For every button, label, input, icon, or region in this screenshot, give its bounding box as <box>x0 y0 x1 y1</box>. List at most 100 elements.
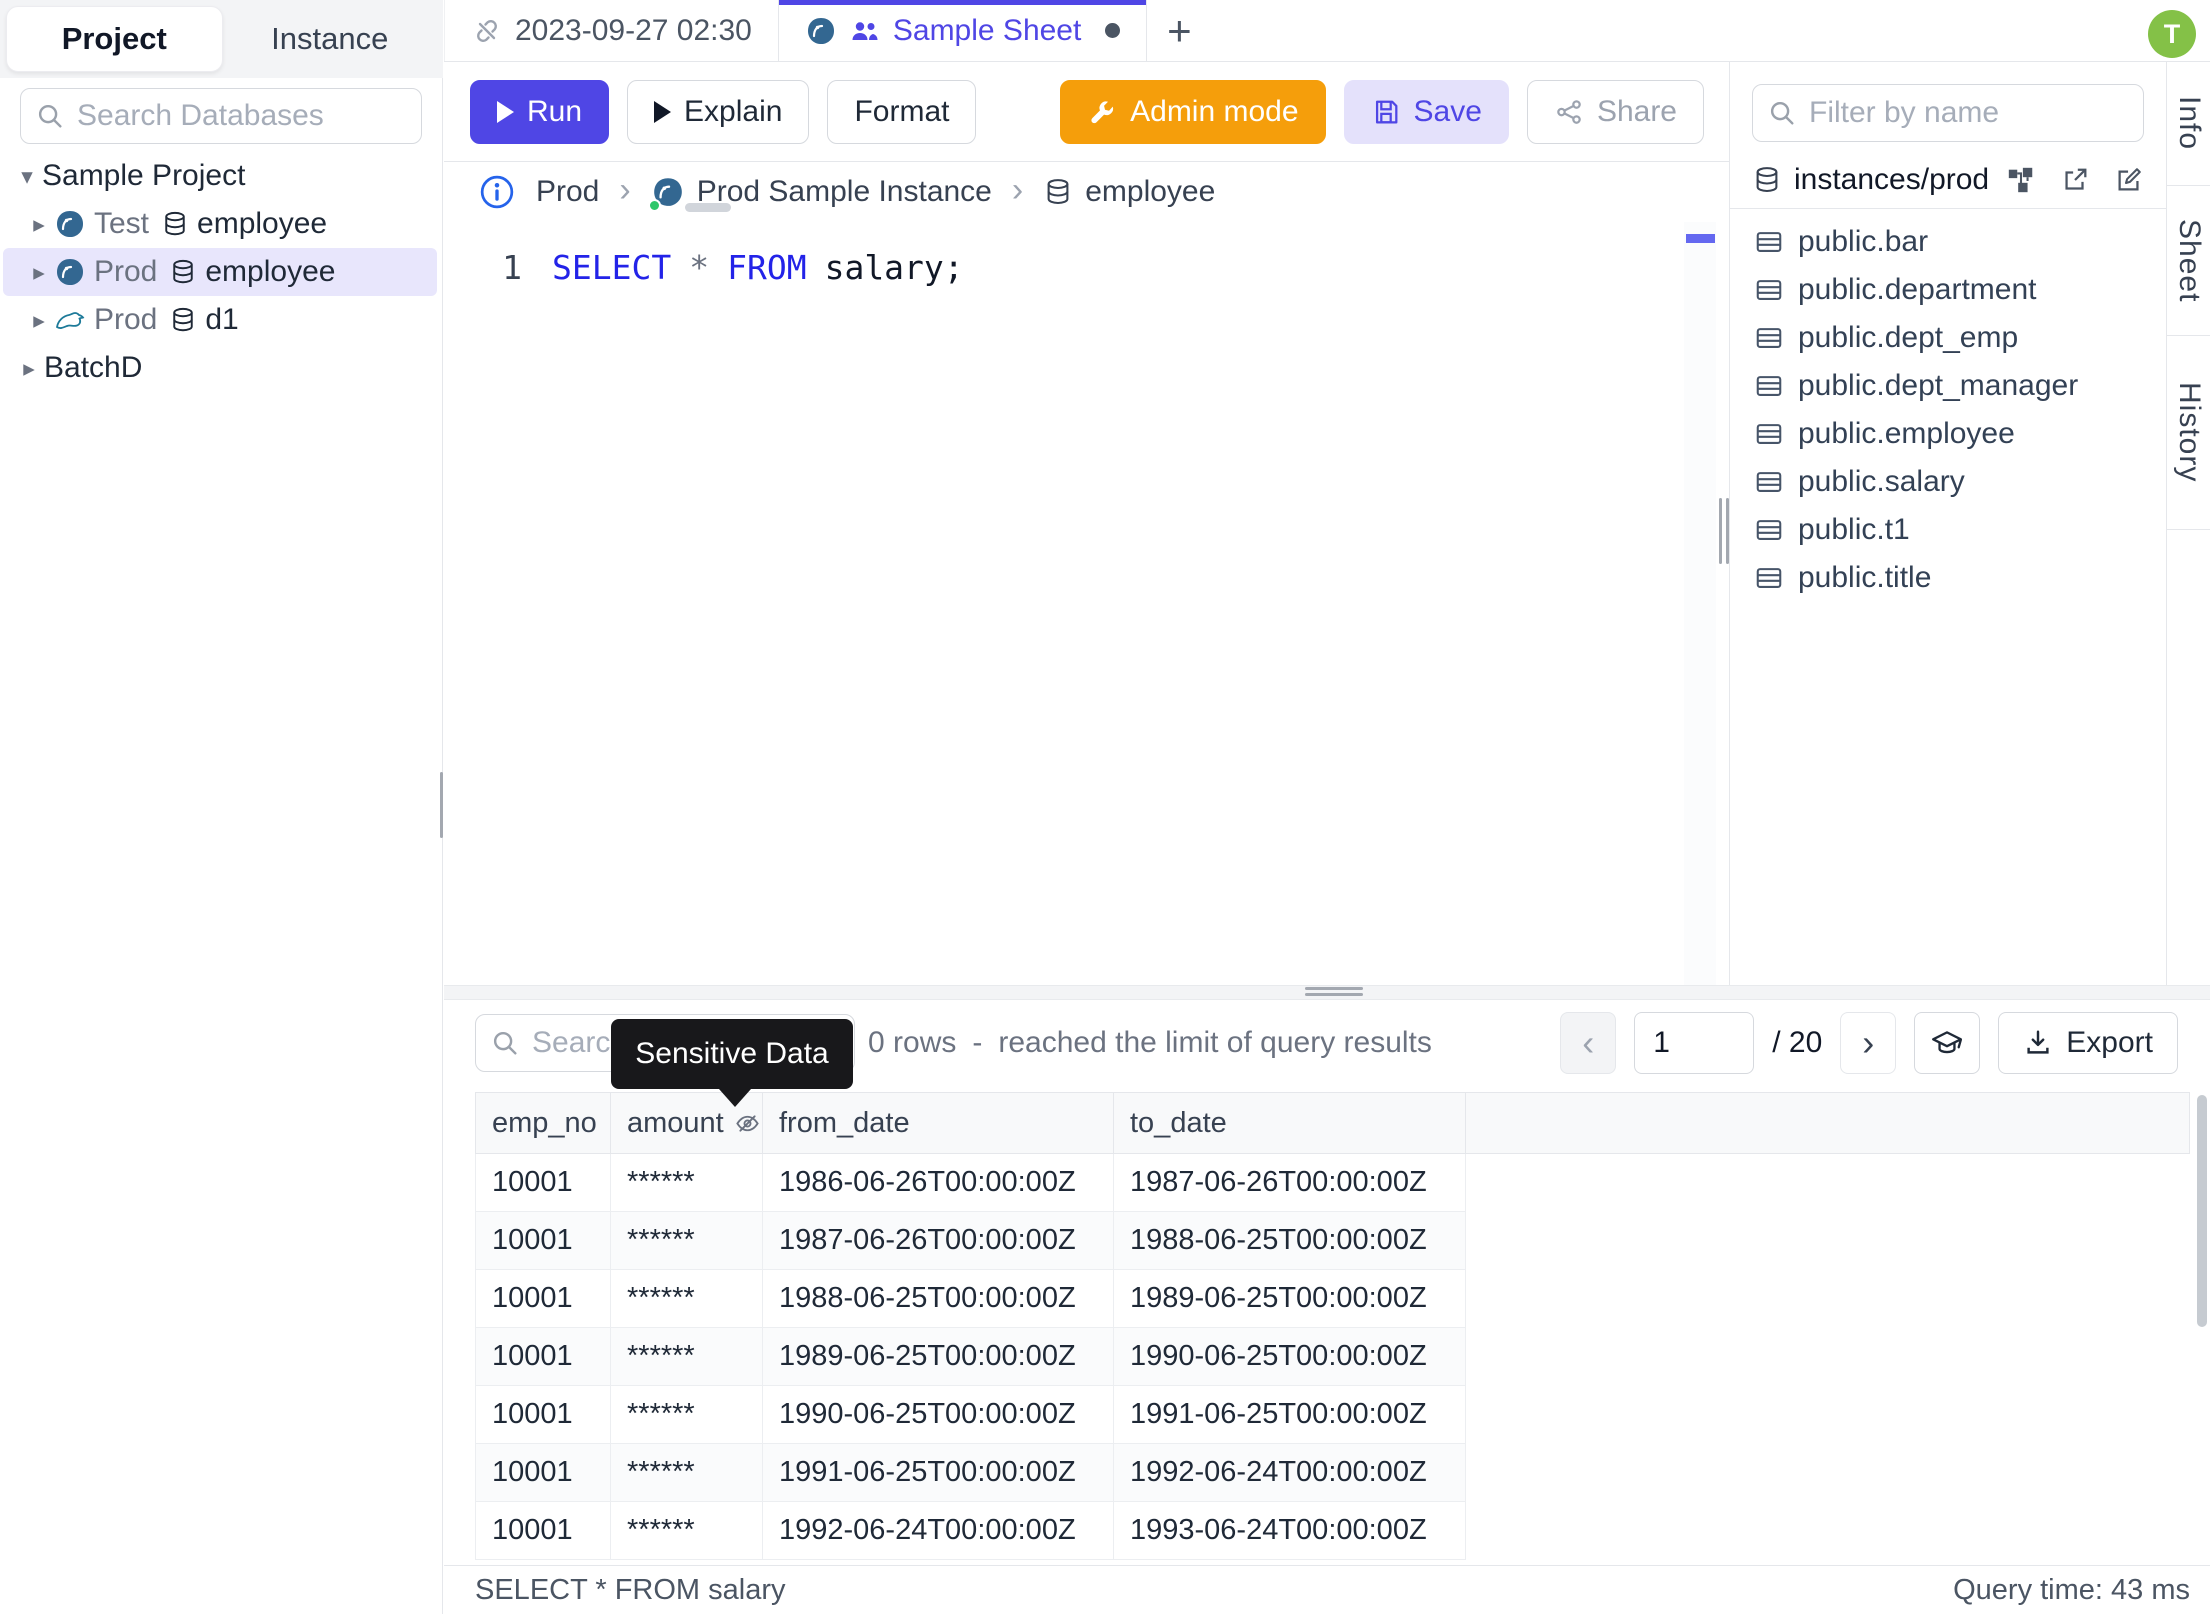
save-icon <box>1371 97 1401 127</box>
share-icon <box>1554 97 1584 127</box>
masking-button[interactable] <box>1914 1012 1981 1074</box>
table-icon <box>1754 515 1784 545</box>
table-row[interactable]: 10001 ****** 1987-06-26T00:00:00Z 1988-06-2… <box>476 1212 1466 1270</box>
caret-right-icon[interactable]: ▸ <box>24 307 54 334</box>
export-button[interactable]: Export <box>1998 1012 2178 1074</box>
play-icon <box>654 100 672 123</box>
next-page-button[interactable]: › <box>1840 1012 1897 1074</box>
table-list-item[interactable]: public.employee <box>1730 410 2166 458</box>
external-link-icon[interactable] <box>2060 165 2090 195</box>
sheet-tab-sample-sheet[interactable]: Sample Sheet <box>778 0 1148 61</box>
table-row[interactable]: 10001 ****** 1986-06-26T00:00:00Z 1987-06-2… <box>476 1154 1466 1212</box>
results-scrollbar[interactable] <box>2197 1095 2207 1327</box>
prev-page-button[interactable]: ‹ <box>1560 1012 1617 1074</box>
tree-item-sample-project[interactable]: ▾ Sample Project <box>0 152 443 200</box>
right-panel-resize-handle[interactable] <box>1726 498 1729 564</box>
sheet-tab-unsaved[interactable]: 2023-09-27 02:30 <box>444 0 779 61</box>
table-cell: ****** <box>611 1154 763 1211</box>
tree-label: Sample Project <box>42 159 246 192</box>
table-icon <box>1754 419 1784 449</box>
column-header-from-date: from_date <box>763 1093 1114 1153</box>
explain-button[interactable]: Explain <box>627 79 810 144</box>
schema-diagram-icon[interactable] <box>2006 165 2036 195</box>
format-button[interactable]: Format <box>827 79 977 144</box>
save-button[interactable]: Save <box>1343 79 1509 144</box>
line-number: 1 <box>502 248 522 287</box>
sheet-tab-title: Sample Sheet <box>892 13 1082 47</box>
tree-item-batchd[interactable]: ▸ BatchD <box>0 344 443 392</box>
new-tab-button[interactable]: + <box>1147 0 1211 61</box>
eye-off-icon[interactable] <box>734 1110 761 1137</box>
table-row[interactable]: 10001 ****** 1988-06-25T00:00:00Z 1989-06-2… <box>476 1270 1466 1328</box>
table-icon <box>1754 371 1784 401</box>
table-list-item[interactable]: public.dept_emp <box>1730 314 2166 362</box>
postgresql-icon <box>805 15 837 47</box>
sheet-tab-title: 2023-09-27 02:30 <box>515 13 752 47</box>
breadcrumb-database[interactable]: employee <box>1043 175 1215 209</box>
info-icon[interactable] <box>478 173 516 211</box>
caret-down-icon[interactable]: ▾ <box>12 163 42 190</box>
run-button[interactable]: Run <box>470 79 610 144</box>
graduation-cap-icon <box>1930 1026 1964 1060</box>
panel-collapse-handle[interactable] <box>685 203 731 212</box>
database-search-input[interactable] <box>77 99 407 133</box>
breadcrumb: Prod › Prod Sample Instance › employee <box>444 162 1730 222</box>
table-cell: 1988-06-25T00:00:00Z <box>763 1270 1114 1327</box>
postgresql-icon <box>54 208 86 240</box>
table-filter-input[interactable] <box>1809 96 2129 130</box>
table-row[interactable]: 10001 ****** 1990-06-25T00:00:00Z 1991-06-2… <box>476 1386 1466 1444</box>
tab-info[interactable]: Info <box>2167 62 2210 186</box>
table-list-item[interactable]: public.department <box>1730 266 2166 314</box>
table-list-item[interactable]: public.title <box>1730 554 2166 602</box>
tree-item-prod-d1[interactable]: ▸ Prod d1 <box>0 296 443 344</box>
table-icon <box>1754 323 1784 353</box>
sidebar-resize-handle[interactable] <box>440 772 443 838</box>
breadcrumb-environment[interactable]: Prod <box>536 175 599 209</box>
caret-right-icon[interactable]: ▸ <box>14 355 44 382</box>
table-name: public.employee <box>1798 417 2015 450</box>
tree-item-test-employee[interactable]: ▸ Test employee <box>0 200 443 248</box>
edit-icon[interactable] <box>2114 165 2144 195</box>
table-list: public.bar public.department public.dept_e… <box>1730 218 2166 602</box>
table-list-item[interactable]: public.t1 <box>1730 506 2166 554</box>
table-list-item[interactable]: public.dept_manager <box>1730 362 2166 410</box>
table-row[interactable]: 10001 ****** 1989-06-25T00:00:00Z 1990-06-2… <box>476 1328 1466 1386</box>
table-row[interactable]: 10001 ****** 1992-06-24T00:00:00Z 1993-06-2… <box>476 1502 1466 1560</box>
page-number-input[interactable] <box>1634 1012 1755 1074</box>
database-icon <box>169 306 197 334</box>
table-list-item[interactable]: public.salary <box>1730 458 2166 506</box>
table-name: public.title <box>1798 561 1932 594</box>
database-tree: ▾ Sample Project ▸ Test employee ▸ Prod … <box>0 152 443 392</box>
results-resize-handle[interactable] <box>1305 987 1363 990</box>
search-icon <box>490 1028 520 1058</box>
rows-limit-note: reached the limit of query results <box>998 1026 1432 1059</box>
download-icon <box>2023 1028 2053 1058</box>
caret-right-icon[interactable]: ▸ <box>24 211 54 238</box>
table-cell: 1992-06-24T00:00:00Z <box>763 1502 1114 1559</box>
tab-history[interactable]: History <box>2167 336 2210 530</box>
rows-separator: - <box>972 1026 983 1059</box>
share-button[interactable]: Share <box>1526 79 1704 144</box>
admin-mode-button[interactable]: Admin mode <box>1060 79 1326 144</box>
tab-instance[interactable]: Instance <box>223 6 438 72</box>
table-cell: 1988-06-25T00:00:00Z <box>1114 1212 1466 1269</box>
table-list-item[interactable]: public.bar <box>1730 218 2166 266</box>
caret-right-icon[interactable]: ▸ <box>24 259 54 286</box>
avatar[interactable]: T <box>2148 10 2196 58</box>
table-cell: ****** <box>611 1212 763 1269</box>
query-time: Query time: 43 ms <box>1953 1573 2190 1606</box>
database-label: employee <box>197 207 328 240</box>
results-resize-handle[interactable] <box>1305 993 1363 996</box>
tab-project[interactable]: Project <box>6 6 223 72</box>
result-rows: 10001 ****** 1986-06-26T00:00:00Z 1987-06-2… <box>475 1154 1466 1560</box>
sql-editor[interactable]: 1 SELECT * FROM salary; <box>444 222 1716 985</box>
status-bar: SELECT * FROM salary Query time: 43 ms <box>444 1565 2210 1614</box>
tab-sheet[interactable]: Sheet <box>2167 186 2210 336</box>
table-icon <box>1754 227 1784 257</box>
right-panel-resize-handle[interactable] <box>1719 498 1722 564</box>
table-row[interactable]: 10001 ****** 1991-06-25T00:00:00Z 1992-06-2… <box>476 1444 1466 1502</box>
tree-item-prod-employee[interactable]: ▸ Prod employee <box>3 248 437 296</box>
unsaved-dot-icon <box>1105 23 1121 38</box>
people-icon <box>849 15 881 47</box>
table-cell: ****** <box>611 1386 763 1443</box>
